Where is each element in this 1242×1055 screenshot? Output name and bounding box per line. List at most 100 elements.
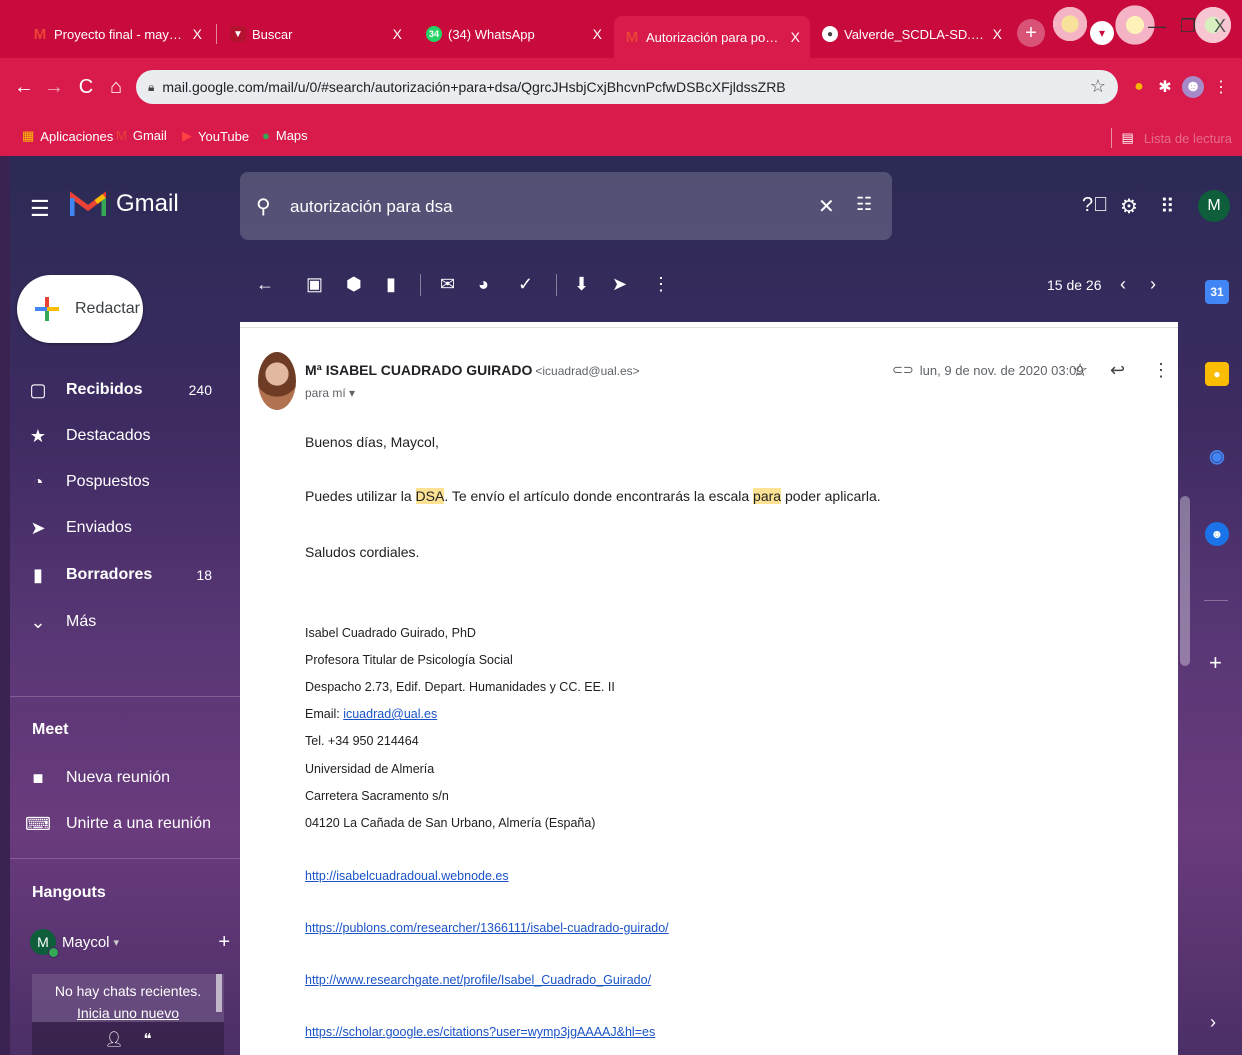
nav-pospuestos[interactable]: ◔ Pospuestos [10, 462, 220, 502]
restore-icon[interactable]: ❐ [1180, 16, 1196, 37]
nav-mas[interactable]: ⌄ Más [10, 602, 220, 642]
show-side-panel-icon[interactable]: › [1210, 1012, 1216, 1033]
profile-icon[interactable]: ☻ [1182, 76, 1204, 98]
tab-whatsapp[interactable]: 34 (34) WhatsApp X [416, 18, 612, 50]
apps-grid-icon: ▦ [22, 128, 35, 143]
tab-valverde-pdf[interactable]: ● Valverde_SCDLA-SD.pdf X [812, 18, 1012, 50]
tasks-icon[interactable]: ◉ [1205, 444, 1229, 468]
tab-search-icon[interactable]: ▾ [1090, 21, 1114, 45]
chat-scrollbar[interactable] [216, 974, 222, 1012]
meet-new-meeting[interactable]: ■ Nueva reunión [10, 758, 220, 798]
gmail-logo-icon[interactable] [70, 190, 106, 218]
link-scholar[interactable]: https://scholar.google.es/citations?user… [305, 1025, 655, 1039]
nav-borradores[interactable]: ▮ Borradores 18 [10, 555, 220, 595]
contacts-icon[interactable]: ☻ [1205, 522, 1229, 546]
reload-icon[interactable]: C [72, 73, 100, 101]
address-bar[interactable]: 🔒︎ mail.google.com/mail/u/0/#search/auto… [136, 70, 1118, 104]
message-divider [240, 327, 1178, 328]
clear-search-icon[interactable]: ✕ [818, 194, 835, 219]
star-message-icon[interactable]: ☆ [1072, 360, 1088, 381]
bookmark-gmail[interactable]: M Gmail [116, 128, 167, 143]
sender-avatar[interactable] [258, 352, 296, 410]
message-date: ⊂⊃ lun, 9 de nov. de 2020 03:09 [892, 362, 1084, 378]
add-task-icon[interactable]: ✓ [518, 274, 533, 295]
link-publons[interactable]: https://publons.com/researcher/1366111/i… [305, 921, 669, 935]
report-spam-icon[interactable]: ⬢ [346, 274, 362, 295]
mail-search-box[interactable]: ⚲ autorización para dsa ✕ ☷ [240, 172, 892, 240]
tab-proyecto-final[interactable]: M Proyecto final - maycol.alfaro X [22, 18, 212, 50]
link-webnode[interactable]: http://isabelcuadradoual.webnode.es [305, 869, 509, 883]
compose-button[interactable]: Redactar [17, 275, 143, 343]
close-tab-icon[interactable]: X [393, 26, 402, 42]
close-tab-icon[interactable]: X [193, 26, 202, 42]
nav-enviados[interactable]: ➤ Enviados [10, 508, 220, 548]
tab-buscar[interactable]: ▼ Buscar X [220, 18, 412, 50]
quote-icon[interactable]: ❝ [143, 1030, 151, 1048]
browser-toolbar: ← → C ⌂ 🔒︎ mail.google.com/mail/u/0/#sea… [0, 58, 1242, 116]
search-input[interactable]: autorización para dsa [290, 197, 453, 217]
keep-icon[interactable]: ● [1205, 362, 1229, 386]
puzzle-extensions-icon[interactable]: ✱ [1154, 76, 1176, 98]
search-options-icon[interactable]: ☷ [856, 194, 872, 215]
message-scrollbar[interactable] [1180, 496, 1190, 666]
minimize-icon[interactable]: — [1148, 16, 1166, 37]
new-chat-plus-icon[interactable]: + [218, 931, 230, 954]
next-message-icon[interactable]: › [1150, 274, 1156, 295]
close-tab-icon[interactable]: X [993, 26, 1002, 42]
delete-icon[interactable]: ▮ [386, 274, 396, 295]
sender-info[interactable]: Mª ISABEL CUADRADO GUIRADO <icuadrad@ual.… [305, 362, 640, 378]
star-icon: ★ [29, 425, 47, 446]
menu-kebab-icon[interactable]: ⋮ [1210, 76, 1232, 98]
meet-join-meeting[interactable]: ⌨ Unirte a una reunión [10, 804, 220, 844]
extension-icon[interactable]: ● [1128, 76, 1150, 98]
back-icon[interactable]: ← [10, 73, 38, 101]
contacts-icon[interactable]: 👤︎ [104, 1030, 123, 1048]
link-researchgate[interactable]: http://www.researchgate.net/profile/Isab… [305, 973, 651, 987]
nav-destacados[interactable]: ★ Destacados [10, 416, 220, 456]
snooze-icon[interactable]: ◕ [478, 274, 489, 295]
whatsapp-icon: 34 [426, 26, 442, 42]
hangouts-user[interactable]: M Maycol ▾ + [30, 922, 230, 962]
recipient-dropdown[interactable]: para mí ▾ [305, 386, 355, 400]
bookmark-apps[interactable]: ▦ Aplicaciones [22, 128, 113, 144]
more-options-icon[interactable]: ⋮ [652, 274, 670, 295]
previous-message-icon[interactable]: ‹ [1120, 274, 1126, 295]
hangouts-footer: 👤︎ ❝ [32, 1022, 224, 1055]
label-icon[interactable]: ➤ [612, 274, 627, 295]
bookmarks-bar: ▦ Aplicaciones M Gmail ▶ YouTube ● Maps … [0, 116, 1242, 156]
hangouts-avatar: M [30, 929, 59, 958]
archive-icon[interactable]: ▣ [306, 274, 323, 295]
bookmark-youtube[interactable]: ▶ YouTube [182, 128, 249, 144]
close-tab-icon[interactable]: X [593, 26, 602, 42]
home-icon[interactable]: ⌂ [102, 73, 130, 101]
help-icon[interactable]: ?⃝ [1082, 194, 1108, 217]
forward-icon[interactable]: → [40, 73, 68, 101]
main-menu-icon[interactable]: ☰ [30, 196, 50, 222]
lock-icon: 🔒︎ [148, 79, 155, 94]
move-to-icon[interactable]: ⬇ [574, 274, 589, 295]
email-link[interactable]: icuadrad@ual.es [343, 707, 437, 721]
signature-street: Carretera Sacramento s/n [305, 789, 449, 803]
new-tab-button[interactable]: + [1017, 19, 1045, 47]
tab-autorizacion[interactable]: M Autorización para poder usar X [614, 16, 810, 58]
bookmark-star-icon[interactable]: ☆ [1090, 76, 1106, 97]
reading-list-icon: ▤ [1121, 130, 1134, 145]
back-to-results-icon[interactable]: ← [256, 274, 274, 295]
reply-icon[interactable]: ↩ [1110, 360, 1125, 381]
calendar-icon[interactable]: 31 [1205, 280, 1229, 304]
get-addons-plus-icon[interactable]: + [1209, 650, 1222, 676]
signature-name: Isabel Cuadrado Guirado, PhD [305, 626, 476, 640]
signature-office: Despacho 2.73, Edif. Depart. Humanidades… [305, 680, 615, 694]
apps-grid-icon[interactable]: ⠿ [1160, 194, 1175, 219]
nav-recibidos[interactable]: ▢ Recibidos 240 [10, 370, 220, 410]
close-tab-icon[interactable]: X [791, 29, 800, 45]
message-more-icon[interactable]: ⋮ [1152, 360, 1170, 381]
search-icon[interactable]: ⚲ [256, 194, 271, 219]
reading-list-button[interactable]: ▤ Lista de lectura [1110, 128, 1232, 148]
chevron-down-icon: ⌄ [30, 611, 46, 632]
gear-icon[interactable]: ⚙ [1120, 194, 1138, 219]
bookmark-maps[interactable]: ● Maps [262, 128, 308, 143]
close-window-icon[interactable]: X [1214, 16, 1226, 37]
mark-unread-icon[interactable]: ✉ [440, 274, 455, 295]
account-avatar[interactable]: M [1198, 190, 1230, 222]
